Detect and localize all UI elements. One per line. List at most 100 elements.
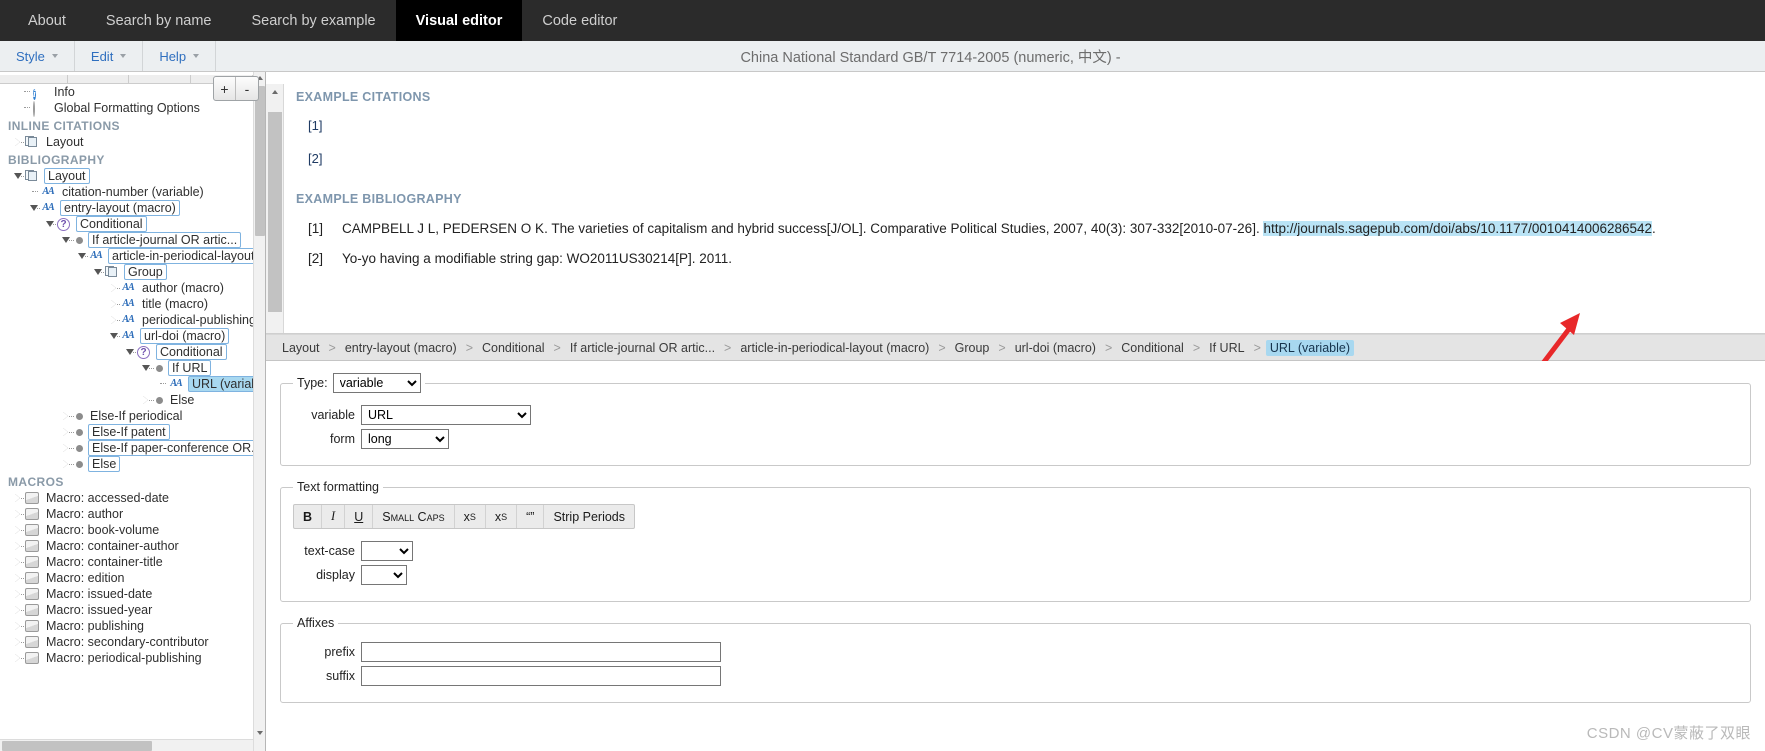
tree-expand-closed-icon[interactable] (62, 427, 74, 437)
preview-scroll-thumb[interactable] (268, 112, 282, 312)
form-select[interactable]: longshortsymbol (361, 429, 449, 449)
tree-node[interactable]: Macro: container-author (0, 538, 253, 554)
breadcrumb-item[interactable]: Conditional (1117, 340, 1188, 356)
topnav-item-search-by-name[interactable]: Search by name (86, 0, 232, 41)
tree-node[interactable]: Macro: issued-date (0, 586, 253, 602)
tree-node[interactable]: Macro: publishing (0, 618, 253, 634)
tree-node[interactable]: Macro: secondary-contributor (0, 634, 253, 650)
menu-edit[interactable]: Edit (75, 41, 144, 71)
tree-expand-closed-icon[interactable] (14, 605, 26, 615)
topnav-item-search-by-example[interactable]: Search by example (232, 0, 396, 41)
variable-select[interactable]: URLDOIISBNtitlepage (361, 405, 531, 425)
preview-scrollbar[interactable] (266, 84, 284, 333)
tree-node[interactable]: AA title (macro) (0, 296, 253, 312)
tree-expand-closed-icon[interactable] (14, 493, 26, 503)
tree-node[interactable]: Layout (0, 134, 253, 150)
tree-node[interactable]: Macro: author (0, 506, 253, 522)
suffix-input[interactable] (361, 666, 721, 686)
tree-expand-closed-icon[interactable] (110, 315, 122, 325)
tree-zoom-in-button[interactable]: + (214, 77, 236, 100)
style-tree[interactable]: i Info Global Formatting Options INLINE CIT… (0, 72, 253, 739)
breadcrumb-item[interactable]: url-doi (macro) (1011, 340, 1100, 356)
prefix-input[interactable] (361, 642, 721, 662)
tree-expand-open-icon[interactable] (110, 332, 122, 341)
tree-expand-closed-icon[interactable] (14, 621, 26, 631)
tree-node[interactable]: If URL (0, 360, 253, 376)
tree-node[interactable]: ? Conditional (0, 216, 253, 232)
tree-node[interactable]: Else-If paper-conference OR... (0, 440, 253, 456)
tree-node[interactable]: Else (0, 392, 253, 408)
menu-style[interactable]: Style (0, 41, 75, 71)
text-format-toolbar[interactable]: B I U Small Caps x Sx S “” Strip Periods (293, 504, 636, 529)
tree-node[interactable]: Macro: periodical-publishing (0, 650, 253, 666)
breadcrumb-item[interactable]: If article-journal OR artic... (566, 340, 719, 356)
tree-expand-closed-icon[interactable] (14, 509, 26, 519)
strip-periods-button[interactable]: Strip Periods (544, 505, 634, 528)
display-select[interactable]: blockleft-marginright-inlineindent (361, 565, 407, 585)
tree-hscroll-thumb[interactable] (2, 741, 152, 751)
breadcrumb-item[interactable]: entry-layout (macro) (341, 340, 461, 356)
tree-node[interactable]: Else-If patent (0, 424, 253, 440)
italic-button[interactable]: I (322, 505, 346, 528)
topnav-item-visual-editor[interactable]: Visual editor (395, 0, 523, 41)
topnav-item-code-editor[interactable]: Code editor (522, 0, 637, 41)
tree-zoom-out-button[interactable]: - (236, 77, 258, 100)
tree-expand-closed-icon[interactable] (110, 299, 122, 309)
tree-node[interactable]: Layout (0, 168, 253, 184)
tree-expand-closed-icon[interactable] (14, 589, 26, 599)
tree-node[interactable]: Group (0, 264, 253, 280)
tree-node[interactable]: Global Formatting Options (0, 100, 253, 117)
breadcrumb-item[interactable]: Group (951, 340, 994, 356)
breadcrumb-item[interactable]: article-in-periodical-layout (macro) (736, 340, 933, 356)
tree-expand-open-icon[interactable] (126, 348, 138, 357)
tree-node[interactable]: Macro: issued-year (0, 602, 253, 618)
scroll-down-arrow-icon[interactable] (254, 727, 265, 739)
tree-node[interactable]: Macro: container-title (0, 554, 253, 570)
tree-node[interactable]: AA URL (variable) (0, 376, 253, 392)
tree-expand-open-icon[interactable] (30, 204, 42, 213)
tree-node[interactable]: AA entry-layout (macro) (0, 200, 253, 216)
tree-node[interactable]: AA author (macro) (0, 280, 253, 296)
breadcrumb-item[interactable]: Layout (278, 340, 324, 356)
tree-expand-open-icon[interactable] (14, 172, 26, 181)
tree-expand-closed-icon[interactable] (14, 637, 26, 647)
type-select[interactable]: variabletextnumberdatenameslabel (332, 373, 421, 393)
tree-expand-closed-icon[interactable] (14, 573, 26, 583)
tree-node[interactable]: Else (0, 456, 253, 472)
tree-expand-closed-icon[interactable] (142, 395, 154, 405)
highlighted-url[interactable]: http://journals.sagepub.com/doi/abs/10.1… (1263, 221, 1653, 236)
menu-help[interactable]: Help (143, 41, 217, 71)
preview-scroll-up-icon[interactable] (269, 86, 281, 98)
tree-expand-closed-icon[interactable] (110, 283, 122, 293)
tree-zoom-controls[interactable]: + - (213, 76, 259, 101)
tree-expand-closed-icon[interactable] (14, 525, 26, 535)
tree-expand-open-icon[interactable] (94, 268, 106, 277)
tree-expand-open-icon[interactable] (62, 236, 74, 245)
tree-expand-closed-icon[interactable] (14, 137, 26, 147)
tree-horizontal-scrollbar[interactable] (0, 739, 253, 751)
tree-node[interactable]: Macro: edition (0, 570, 253, 586)
topnav-item-about[interactable]: About (8, 0, 86, 41)
tree-node[interactable]: AA article-in-periodical-layout (macro) (0, 248, 253, 264)
quotes-button[interactable]: “” (517, 505, 545, 528)
text-case-select[interactable]: lowercaseuppercasecapitalize-firstcapita… (361, 541, 413, 561)
tree-vertical-scrollbar[interactable] (253, 72, 265, 751)
tree-node[interactable]: Macro: accessed-date (0, 490, 253, 506)
tree-node[interactable]: Macro: book-volume (0, 522, 253, 538)
small-caps-button[interactable]: Small Caps (373, 505, 455, 528)
tree-node[interactable]: If article-journal OR artic... (0, 232, 253, 248)
superscript-button[interactable]: xS (455, 505, 486, 528)
tree-node[interactable]: AA citation-number (variable) (0, 184, 253, 200)
tree-expand-closed-icon[interactable] (14, 653, 26, 663)
tree-expand-closed-icon[interactable] (62, 459, 74, 469)
breadcrumb-item[interactable]: If URL (1205, 340, 1248, 356)
tree-expand-closed-icon[interactable] (62, 443, 74, 453)
tree-node[interactable]: AA url-doi (macro) (0, 328, 253, 344)
breadcrumb-item[interactable]: Conditional (478, 340, 549, 356)
subscript-button[interactable]: xS (486, 505, 518, 528)
tree-node[interactable]: AA periodical-publishing (mac... (0, 312, 253, 328)
tree-node[interactable]: Else-If periodical (0, 408, 253, 424)
tree-expand-closed-icon[interactable] (14, 557, 26, 567)
tree-node[interactable]: ? Conditional (0, 344, 253, 360)
tree-expand-open-icon[interactable] (142, 364, 154, 373)
